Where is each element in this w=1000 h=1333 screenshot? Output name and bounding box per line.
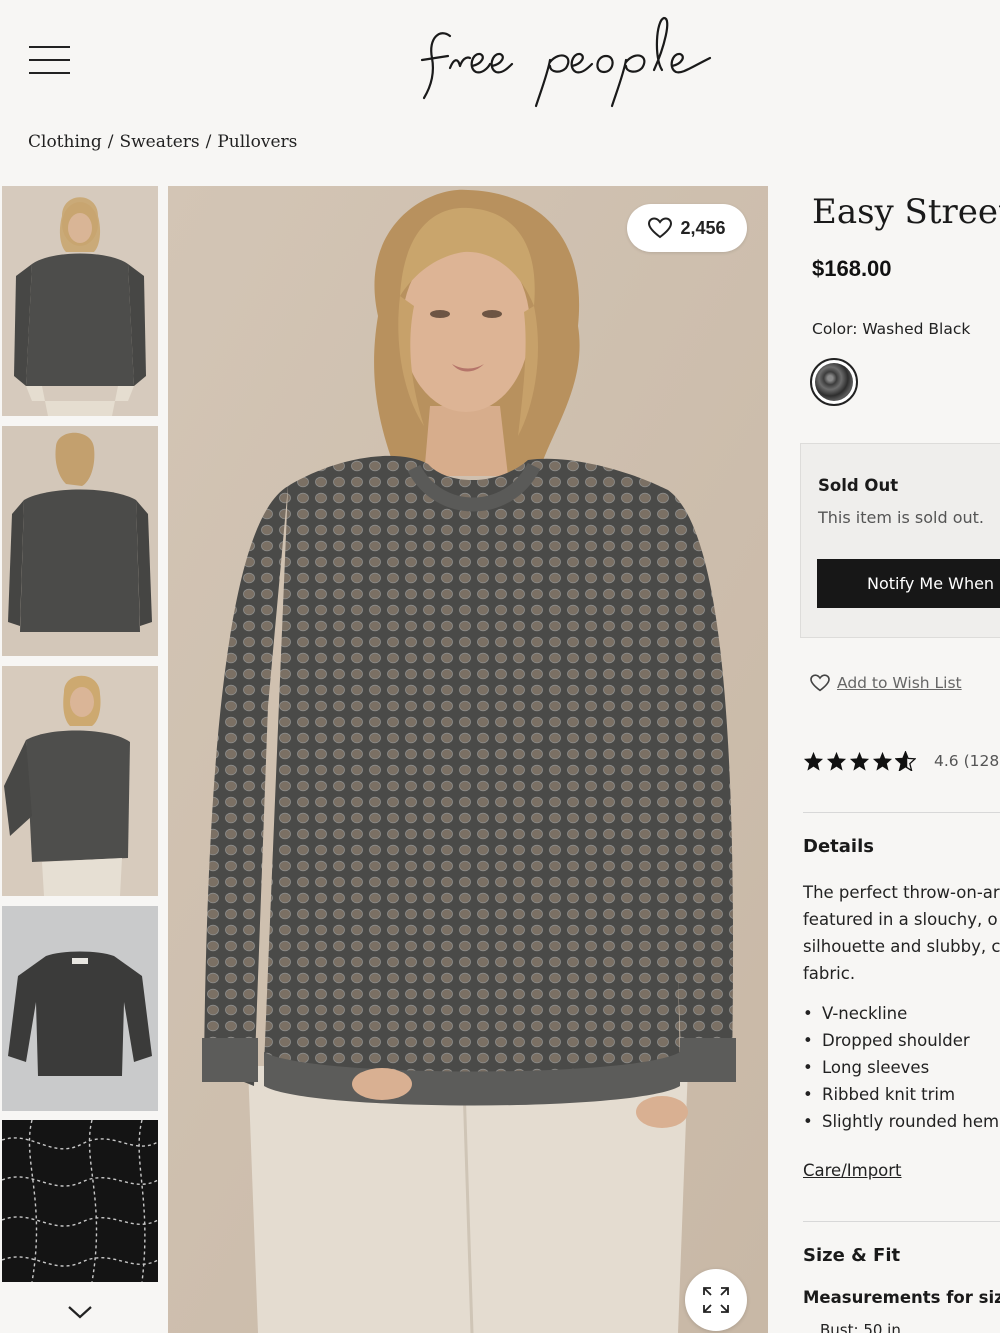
- menu-icon[interactable]: [29, 46, 70, 74]
- feature-item: Slightly rounded hem: [803, 1108, 999, 1135]
- star-icon: [803, 751, 824, 771]
- size-fit-heading[interactable]: Size & Fit: [803, 1245, 900, 1266]
- bust-measurement: Bust: 50 in: [820, 1321, 901, 1333]
- star-icon: [872, 751, 893, 771]
- half-star-icon: [895, 751, 916, 771]
- product-title: Easy Street: [812, 192, 1000, 232]
- star-icon: [849, 751, 870, 771]
- swatch-fill: [815, 363, 853, 401]
- wishlist-label: Add to Wish List: [837, 674, 962, 692]
- details-line: The perfect throw-on-ar: [803, 883, 1000, 902]
- chevron-down-icon[interactable]: [66, 1303, 94, 1321]
- breadcrumb: Clothing / Sweaters / Pullovers: [28, 132, 297, 152]
- color-label: Color: Washed Black: [812, 320, 971, 338]
- product-price: $168.00: [812, 256, 892, 281]
- color-swatch-washed-black[interactable]: [810, 358, 858, 406]
- expand-image-button[interactable]: [685, 1269, 747, 1331]
- thumbnail-flat-lay[interactable]: [2, 906, 158, 1111]
- details-line: silhouette and slubby, c: [803, 937, 1000, 956]
- heart-icon: [648, 217, 673, 239]
- thumbnail-model-front[interactable]: [2, 186, 158, 416]
- thumbnail-knit-detail[interactable]: [2, 1120, 158, 1282]
- sold-out-message: This item is sold out.: [818, 508, 984, 527]
- heart-icon: [810, 674, 830, 692]
- rating-summary[interactable]: 4.6 (128: [803, 751, 999, 771]
- measurements-label: Measurements for size: [803, 1288, 1000, 1307]
- feature-item: Ribbed knit trim: [803, 1081, 999, 1108]
- breadcrumb-separator: /: [205, 132, 212, 152]
- details-line: fabric.: [803, 964, 856, 983]
- like-button[interactable]: 2,456: [627, 204, 747, 252]
- rating-text: 4.6 (128: [934, 752, 1000, 770]
- breadcrumb-clothing[interactable]: Clothing: [28, 132, 102, 152]
- breadcrumb-sweaters[interactable]: Sweaters: [119, 132, 199, 152]
- divider: [803, 1221, 1000, 1222]
- thumbnail-model-side[interactable]: [2, 666, 158, 896]
- main-product-image[interactable]: 2,456: [168, 186, 768, 1333]
- divider: [803, 812, 1000, 813]
- brand-logo[interactable]: [410, 8, 730, 108]
- feature-item: Long sleeves: [803, 1054, 999, 1081]
- add-to-wishlist-link[interactable]: Add to Wish List: [810, 674, 962, 692]
- breadcrumb-pullovers[interactable]: Pullovers: [217, 132, 297, 152]
- details-heading[interactable]: Details: [803, 836, 874, 857]
- feature-item: Dropped shoulder: [803, 1027, 999, 1054]
- details-line: featured in a slouchy, o: [803, 910, 998, 929]
- feature-list: V-neckline Dropped shoulder Long sleeves…: [803, 1000, 999, 1135]
- expand-icon: [703, 1287, 729, 1313]
- notify-me-button[interactable]: Notify Me When: [817, 559, 1000, 608]
- feature-item: V-neckline: [803, 1000, 999, 1027]
- like-count: 2,456: [680, 217, 726, 238]
- breadcrumb-separator: /: [107, 132, 114, 152]
- product-info-panel: Easy Street $168.00 Color: Washed Black …: [800, 186, 1000, 1333]
- star-icon: [826, 751, 847, 771]
- star-rating: [803, 751, 916, 771]
- care-import-link[interactable]: Care/Import: [803, 1161, 902, 1180]
- thumbnail-model-back[interactable]: [2, 426, 158, 656]
- details-description: The perfect throw-on-ar featured in a sl…: [803, 879, 1000, 987]
- sold-out-panel: Sold Out This item is sold out. Notify M…: [800, 443, 1000, 638]
- sold-out-title: Sold Out: [818, 476, 899, 495]
